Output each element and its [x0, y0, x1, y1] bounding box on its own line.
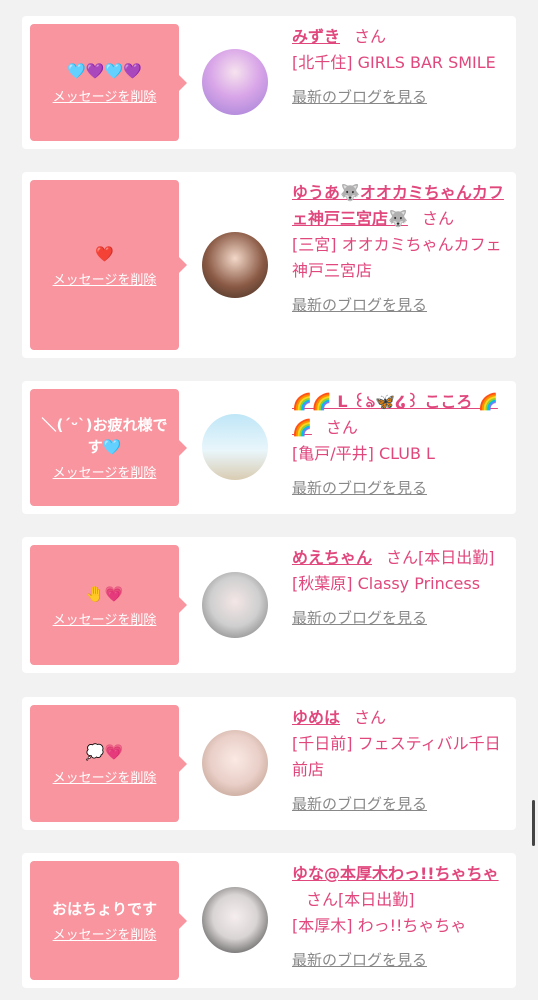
shop-name: [三宮] オオカミちゃんカフェ神戸三宮店 — [292, 235, 502, 280]
profile-name-link[interactable]: ゆめは — [292, 708, 340, 727]
message-text: おはちょりです — [51, 900, 157, 918]
profile-name-link[interactable]: めえちゃん — [292, 548, 372, 567]
honorific: さん — [306, 890, 339, 909]
work-status: [本日出勤] — [418, 548, 495, 567]
avatar[interactable] — [202, 232, 268, 298]
shop-name: [亀戸/平井] CLUB L — [292, 444, 435, 463]
message-bubble: 🤚💗 メッセージを削除 — [30, 545, 187, 665]
honorific: さん — [421, 209, 454, 228]
avatar[interactable] — [202, 414, 268, 480]
honorific: さん — [325, 418, 358, 437]
latest-blog-link[interactable]: 最新のブログを見る — [292, 475, 427, 501]
profile-info: ゆめは さん [千日前] フェスティバル千日前店 最新のブログを見る — [292, 705, 510, 817]
profile-name-link[interactable]: 🌈🌈 L ꒰ঌ🦋໒꒱ こころ 🌈🌈 — [292, 392, 498, 437]
message-card: ＼(ˊᵕˋ)お疲れ様です🩵 メッセージを削除 🌈🌈 L ꒰ঌ🦋໒꒱ こころ 🌈🌈… — [22, 381, 516, 514]
message-card: おはちょりです メッセージを削除 ゆな@本厚木わっ!!ちゃちゃさん[本日出勤] … — [22, 853, 516, 988]
message-text: 💭💗 — [85, 743, 124, 761]
message-card: 🤚💗 メッセージを削除 めえちゃん さん[本日出勤] [秋葉原] Classy P… — [22, 537, 516, 673]
honorific: さん — [386, 548, 419, 567]
message-card: 💭💗 メッセージを削除 ゆめは さん [千日前] フェスティバル千日前店 最新のブ… — [22, 697, 516, 830]
latest-blog-link[interactable]: 最新のブログを見る — [292, 292, 427, 318]
profile-info: ゆうあ🐺オオカミちゃんカフェ神戸三宮店🐺 さん [三宮] オオカミちゃんカフェ神戸… — [292, 180, 510, 318]
profile-info: めえちゃん さん[本日出勤] [秋葉原] Classy Princess 最新のブ… — [292, 545, 510, 631]
latest-blog-link[interactable]: 最新のブログを見る — [292, 947, 427, 973]
shop-name: [千日前] フェスティバル千日前店 — [292, 734, 501, 779]
latest-blog-link[interactable]: 最新のブログを見る — [292, 605, 427, 631]
avatar[interactable] — [202, 49, 268, 115]
scrollbar[interactable] — [532, 800, 535, 846]
message-bubble: ❤️ メッセージを削除 — [30, 180, 187, 350]
profile-info: みずき さん [北千住] GIRLS BAR SMILE 最新のブログを見る — [292, 24, 510, 110]
delete-message-link[interactable]: メッセージを削除 — [53, 86, 157, 105]
message-bubble: おはちょりです メッセージを削除 — [30, 861, 187, 980]
avatar[interactable] — [202, 887, 268, 953]
message-bubble: ＼(ˊᵕˋ)お疲れ様です🩵 メッセージを削除 — [30, 389, 187, 506]
delete-message-link[interactable]: メッセージを削除 — [53, 462, 157, 481]
profile-name-link[interactable]: ゆうあ🐺オオカミちゃんカフェ神戸三宮店🐺 — [292, 183, 504, 228]
message-text: ❤️ — [95, 244, 114, 263]
profile-name-link[interactable]: みずき — [292, 27, 340, 46]
message-text: 🤚💗 — [85, 584, 124, 603]
shop-name: [北千住] GIRLS BAR SMILE — [292, 53, 496, 72]
avatar[interactable] — [202, 730, 268, 796]
message-bubble: 💭💗 メッセージを削除 — [30, 705, 187, 822]
profile-name-link[interactable]: ゆな@本厚木わっ!!ちゃちゃ — [292, 864, 499, 883]
delete-message-link[interactable]: メッセージを削除 — [53, 767, 157, 786]
message-card: 🩵💜🩵💜 メッセージを削除 みずき さん [北千住] GIRLS BAR SMIL… — [22, 16, 516, 149]
work-status: [本日出勤] — [338, 890, 415, 909]
shop-name: [本厚木] わっ!!ちゃちゃ — [292, 916, 467, 935]
shop-name: [秋葉原] Classy Princess — [292, 574, 481, 593]
latest-blog-link[interactable]: 最新のブログを見る — [292, 791, 427, 817]
message-card: ❤️ メッセージを削除 ゆうあ🐺オオカミちゃんカフェ神戸三宮店🐺 さん [三宮] … — [22, 172, 516, 358]
profile-info: 🌈🌈 L ꒰ঌ🦋໒꒱ こころ 🌈🌈 さん [亀戸/平井] CLUB L 最新のブロ… — [292, 389, 510, 501]
message-text: 🩵💜🩵💜 — [67, 62, 142, 80]
message-bubble: 🩵💜🩵💜 メッセージを削除 — [30, 24, 187, 141]
delete-message-link[interactable]: メッセージを削除 — [53, 924, 157, 943]
message-text: ＼(ˊᵕˋ)お疲れ様です🩵 — [41, 416, 168, 456]
delete-message-link[interactable]: メッセージを削除 — [53, 269, 157, 288]
latest-blog-link[interactable]: 最新のブログを見る — [292, 84, 427, 110]
profile-info: ゆな@本厚木わっ!!ちゃちゃさん[本日出勤] [本厚木] わっ!!ちゃちゃ 最新… — [292, 861, 510, 973]
avatar[interactable] — [202, 572, 268, 638]
honorific: さん — [354, 27, 387, 46]
honorific: さん — [354, 708, 387, 727]
delete-message-link[interactable]: メッセージを削除 — [53, 609, 157, 628]
